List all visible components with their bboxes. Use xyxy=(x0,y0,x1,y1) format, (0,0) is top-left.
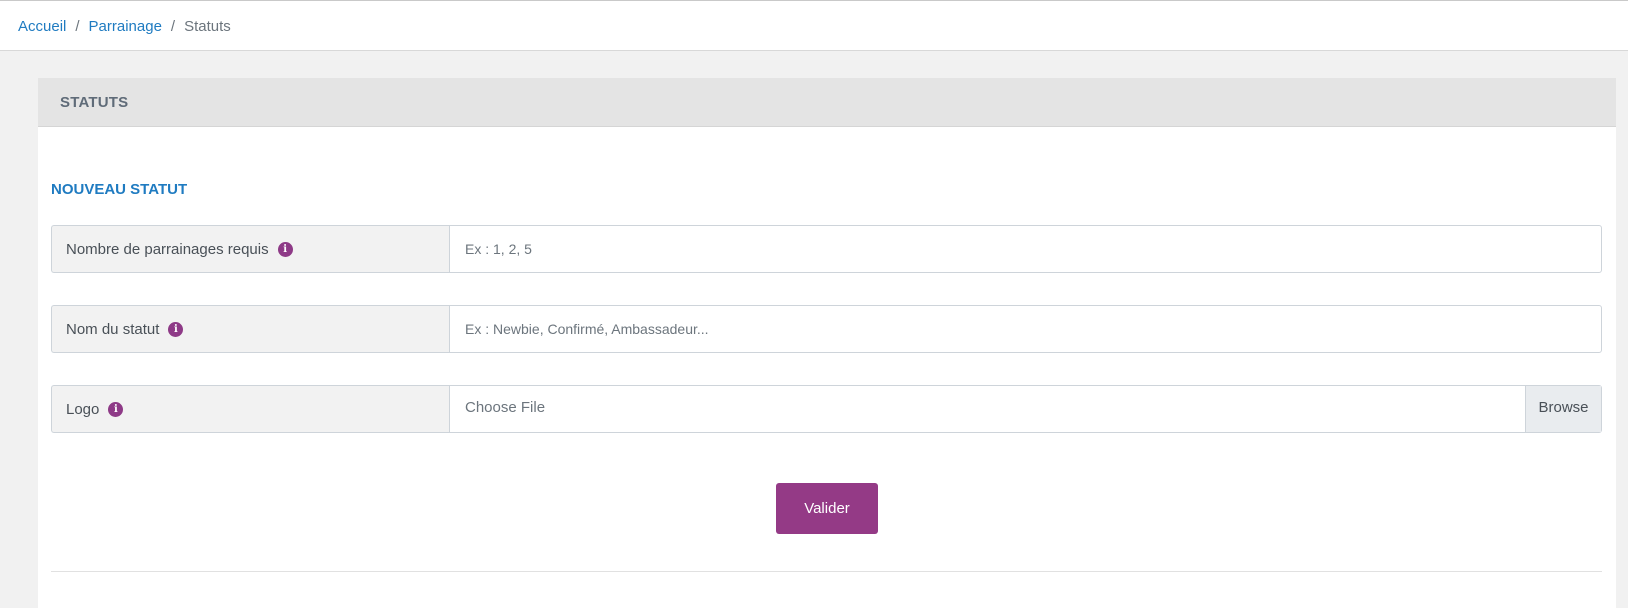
top-bar: Accueil / Parrainage / Statuts xyxy=(0,0,1628,51)
breadcrumb: Accueil / Parrainage / Statuts xyxy=(18,18,231,35)
field-label-container: Nombre de parrainages requis i xyxy=(51,225,449,273)
breadcrumb-separator: / xyxy=(170,18,176,35)
required-referrals-input[interactable] xyxy=(449,225,1602,273)
field-row-required-referrals: Nombre de parrainages requis i xyxy=(51,225,1602,273)
field-label: Logo xyxy=(66,400,100,418)
browse-button[interactable]: Browse xyxy=(1525,386,1601,432)
breadcrumb-parrainage-link[interactable]: Parrainage xyxy=(89,18,162,35)
field-row-logo: Logo i Choose File Browse xyxy=(51,385,1602,433)
logo-file-input[interactable]: Choose File Browse xyxy=(449,385,1602,433)
breadcrumb-separator: / xyxy=(75,18,80,35)
status-name-input[interactable] xyxy=(449,305,1602,353)
statuts-card: STATUTS NOUVEAU STATUT Nombre de parrain… xyxy=(38,78,1616,608)
card-header-title: STATUTS xyxy=(38,78,1616,127)
section-title: NOUVEAU STATUT xyxy=(51,181,188,198)
field-row-status-name: Nom du statut i xyxy=(51,305,1602,353)
breadcrumb-current: Statuts xyxy=(184,18,231,35)
info-icon[interactable]: i xyxy=(277,241,293,257)
field-label: Nom du statut xyxy=(66,320,160,338)
field-label-container: Nom du statut i xyxy=(51,305,449,353)
submit-button[interactable]: Valider xyxy=(776,483,878,534)
field-label-container: Logo i xyxy=(51,385,449,433)
field-label: Nombre de parrainages requis xyxy=(66,240,269,258)
breadcrumb-home-link[interactable]: Accueil xyxy=(18,18,66,35)
divider xyxy=(51,571,1602,572)
info-icon[interactable]: i xyxy=(108,401,124,417)
info-icon[interactable]: i xyxy=(168,321,184,337)
file-input-text[interactable]: Choose File xyxy=(450,386,1525,432)
